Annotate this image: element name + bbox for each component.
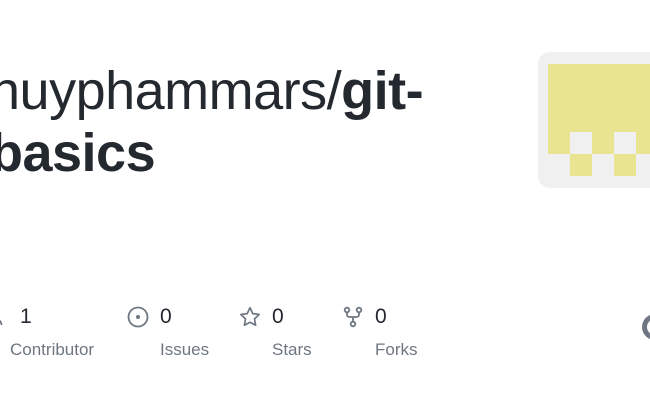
- stat-stars[interactable]: 0 Stars: [238, 300, 312, 360]
- forks-count: 0: [375, 305, 387, 328]
- identicon-image: [548, 64, 650, 176]
- star-icon: [238, 305, 262, 329]
- repo-owner[interactable]: huyphammars/: [0, 61, 342, 121]
- forks-label: Forks: [375, 340, 418, 359]
- repo-stats: 1 Contributor 0 Issues 0 Stars 0 Forks: [0, 300, 650, 380]
- stars-label: Stars: [272, 340, 312, 359]
- issue-icon: [126, 305, 150, 329]
- people-icon: [0, 305, 10, 329]
- fork-icon: [341, 305, 365, 329]
- stat-contributors[interactable]: 1 Contributor: [0, 300, 94, 360]
- contributors-label: Contributor: [10, 340, 95, 359]
- github-logo-icon: [640, 312, 650, 342]
- stars-count: 0: [272, 305, 284, 328]
- repo-social-card: huyphammars/git-basics 1 Contributor 0 I…: [0, 0, 650, 400]
- stat-forks[interactable]: 0 Forks: [341, 300, 418, 360]
- repo-title[interactable]: huyphammars/git-basics: [0, 60, 510, 184]
- issues-label: Issues: [160, 340, 210, 359]
- stat-issues[interactable]: 0 Issues: [126, 300, 209, 360]
- owner-avatar[interactable]: [538, 52, 650, 188]
- contributors-count: 1: [20, 305, 32, 328]
- issues-count: 0: [160, 305, 172, 328]
